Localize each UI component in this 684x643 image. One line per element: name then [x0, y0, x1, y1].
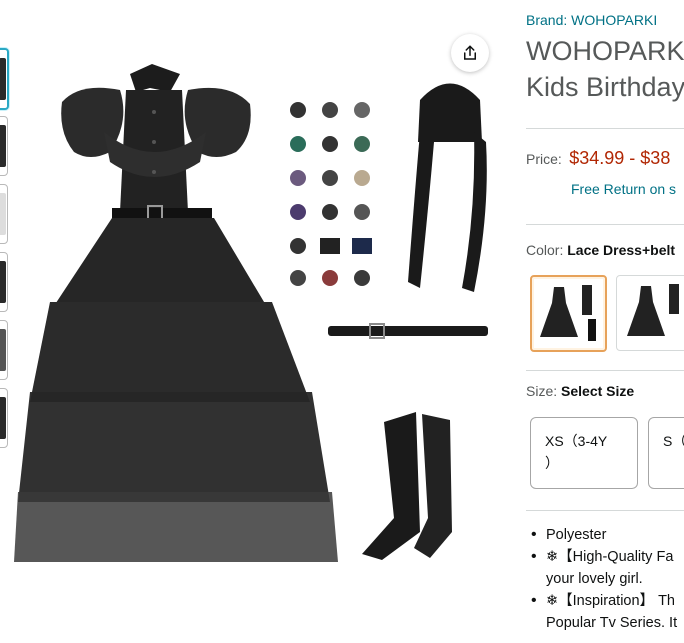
thumbnail-4[interactable]	[0, 252, 8, 312]
bullet-text-continued: your lovely girl.	[546, 571, 643, 587]
bullet-text: ❄【Inspiration】 Th	[546, 593, 675, 609]
bullet-item: ❄【High-Quality Fa your lovely girl.	[526, 546, 684, 590]
size-option-xs[interactable]: XS（3-4Y ）	[530, 417, 638, 489]
dress-illustration	[14, 64, 338, 562]
price-label: Price:	[526, 151, 562, 167]
price-value: $34.99 - $38	[569, 148, 671, 168]
bullet-item: Polyester	[526, 524, 684, 546]
divider	[526, 224, 684, 225]
divider	[526, 370, 684, 371]
bullet-text: Polyester	[546, 527, 607, 543]
color-selected-value: Lace Dress+belt	[567, 242, 676, 258]
free-return-link[interactable]: Free Return on s	[571, 181, 676, 197]
color-swatch-lace-dress-belt[interactable]	[530, 275, 607, 352]
divider	[526, 510, 684, 511]
size-option-s[interactable]: S（	[648, 417, 684, 489]
thumbnail-6[interactable]	[0, 388, 8, 448]
bullet-text: ❄【High-Quality Fa	[546, 549, 674, 565]
brand-link[interactable]: Brand: WOHOPARKI	[526, 12, 657, 28]
swatch-image	[627, 284, 679, 336]
thumbnail-1[interactable]	[0, 48, 9, 110]
belt-illustration	[328, 323, 488, 339]
thumbnail-2[interactable]	[0, 116, 8, 176]
product-info-panel: Brand: WOHOPARKI WOHOPARKI Kids Birthday…	[526, 0, 684, 638]
sticker-sheet	[290, 102, 372, 286]
bullet-text-continued: Popular Tv Series. It	[546, 615, 678, 631]
price-row: Price: $34.99 - $38	[526, 148, 670, 169]
divider	[526, 128, 684, 129]
thumbnail-5[interactable]	[0, 320, 8, 380]
product-title: WOHOPARKI Kids Birthday	[526, 33, 684, 105]
size-label: Size:	[526, 383, 558, 399]
share-button[interactable]	[451, 34, 489, 72]
costume-image	[14, 64, 488, 562]
main-product-image[interactable]	[10, 12, 492, 638]
swatch-image	[540, 285, 596, 341]
color-swatch-option-2[interactable]	[616, 275, 684, 351]
socks-illustration	[362, 412, 452, 560]
bullet-item: ❄【Inspiration】 Th Popular Tv Series. It	[526, 590, 684, 634]
color-selector-label: Color: Lace Dress+belt	[526, 242, 675, 258]
wig-illustration	[408, 83, 487, 292]
size-selected-value: Select Size	[561, 383, 635, 399]
share-icon	[464, 45, 476, 60]
title-line-2: Kids Birthday	[526, 72, 684, 102]
size-selector-label: Size: Select Size	[526, 383, 634, 399]
title-line-1: WOHOPARKI	[526, 36, 684, 66]
color-label: Color:	[526, 242, 564, 258]
thumbnail-3[interactable]	[0, 184, 8, 244]
feature-bullets: Polyester ❄【High-Quality Fa your lovely …	[526, 524, 684, 634]
